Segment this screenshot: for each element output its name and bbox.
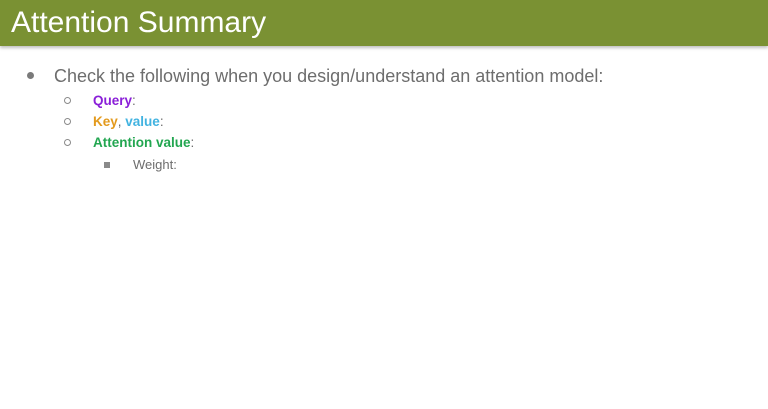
term-query: Query xyxy=(93,93,133,108)
hollow-circle-icon xyxy=(64,97,71,104)
hollow-circle-icon xyxy=(64,139,71,146)
sub-sub-bullet-text: Weight: xyxy=(133,157,177,172)
hollow-circle-icon xyxy=(64,118,71,125)
punct: : xyxy=(159,114,164,129)
punct: : xyxy=(132,93,136,108)
title-bar: Attention Summary xyxy=(0,0,768,46)
term-attention-value: Attention value xyxy=(93,135,191,150)
sub-bullet-text: Key, value: xyxy=(93,113,164,131)
square-bullet-icon xyxy=(104,162,110,168)
term-key: Key xyxy=(93,114,118,129)
sub-bullet-text: Attention value: xyxy=(93,134,194,152)
slide: Attention Summary Check the following wh… xyxy=(0,0,768,409)
term-value: value xyxy=(125,114,160,129)
slide-title: Attention Summary xyxy=(11,6,267,39)
punct: : xyxy=(190,135,195,150)
sub-bullet-text: Query: xyxy=(93,92,136,110)
bullet-dot-icon xyxy=(27,72,34,79)
main-bullet-text: Check the following when you design/unde… xyxy=(54,66,604,86)
